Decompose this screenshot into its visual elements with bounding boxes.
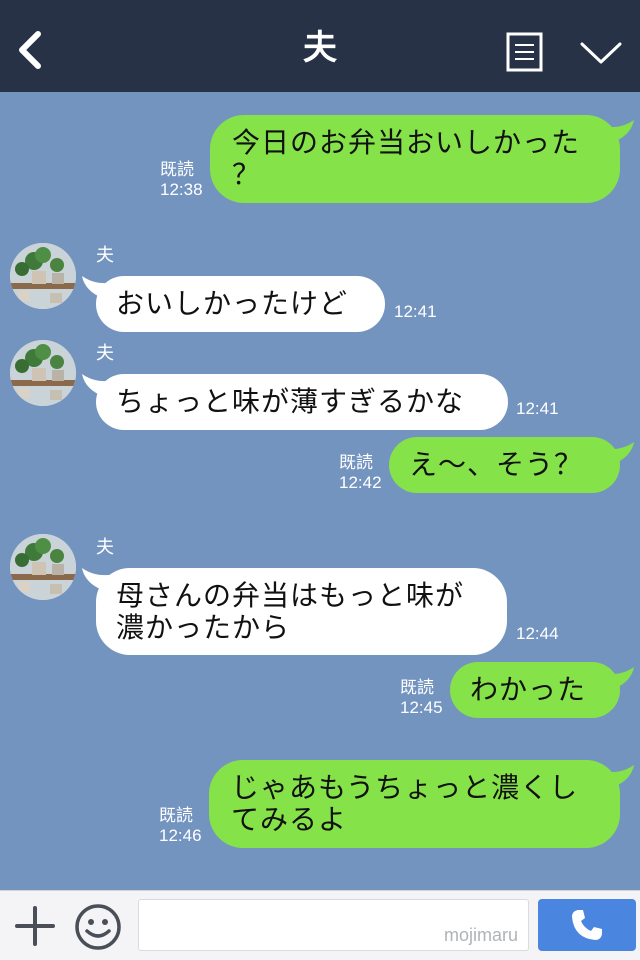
outgoing-message-bubble[interactable]: 今日のお弁当おいしかった ？ [210,115,620,203]
phone-icon [572,910,602,940]
read-label: 既読 [159,806,193,825]
read-receipt: 既読 12:42 [339,453,382,493]
incoming-message-bubble[interactable]: 母さんの弁当はもっと味が 濃かったから [96,568,507,655]
message-line: じゃあもうちょっと濃くし [231,771,579,804]
sender-name: 夫 [96,343,114,364]
plant-avatar-icon [10,534,76,600]
call-button[interactable] [538,899,636,951]
message-line: え〜、そう？ [409,448,584,481]
chat-title: 夫 [303,28,337,68]
read-receipt: 既読 12:38 [160,160,203,200]
message-time: 12:41 [516,399,559,418]
plant-avatar-icon [10,243,76,309]
read-label: 既読 [400,678,434,697]
chat-header: 夫 [0,0,640,92]
avatar[interactable] [10,340,76,406]
avatar[interactable] [10,243,76,309]
message-line: おいしかったけど [116,287,349,320]
incoming-message-bubble[interactable]: ちょっと味が薄すぎるかな [96,374,508,430]
avatar[interactable] [10,534,76,600]
message-line: ？ [232,158,262,191]
read-receipt: 既読 12:46 [159,806,202,846]
read-label: 既読 [160,160,194,179]
watermark: mojimaru [443,925,518,945]
message-line: わかった [470,673,587,706]
message-line: 母さんの弁当はもっと味が [116,579,465,612]
incoming-message-bubble[interactable]: おいしかったけど [96,276,385,332]
message-line: てみるよ [231,803,348,836]
input-bar: mojimaru [0,890,640,960]
message-input[interactable]: mojimaru [138,899,529,951]
message-time: 12:42 [339,473,382,492]
plus-icon[interactable] [14,905,56,947]
outgoing-message-bubble[interactable]: え〜、そう？ [389,437,620,493]
chevron-down-icon[interactable] [580,40,622,66]
message-time: 12:41 [394,302,437,321]
message-time: 12:46 [159,826,202,845]
menu-list-icon[interactable] [506,32,543,72]
message-line: 濃かったから [116,611,291,644]
message-time: 12:45 [400,698,443,717]
outgoing-message-bubble[interactable]: じゃあもうちょっと濃くし てみるよ [209,760,620,848]
message-line: ちょっと味が薄すぎるかな [116,385,465,418]
smile-icon[interactable] [74,903,122,951]
outgoing-message-bubble[interactable]: わかった [450,662,620,718]
message-list: 既読 12:38 今日のお弁当おいしかった ？ 夫 おいしかったけど 12:41 [0,92,640,890]
message-time: 12:44 [516,624,559,643]
sender-name: 夫 [96,245,114,266]
sender-name: 夫 [96,537,114,558]
plant-avatar-icon [10,340,76,406]
read-receipt: 既読 12:45 [400,678,443,718]
message-line: 今日のお弁当おいしかった [232,126,581,159]
message-time: 12:38 [160,180,203,199]
read-label: 既読 [339,453,373,472]
